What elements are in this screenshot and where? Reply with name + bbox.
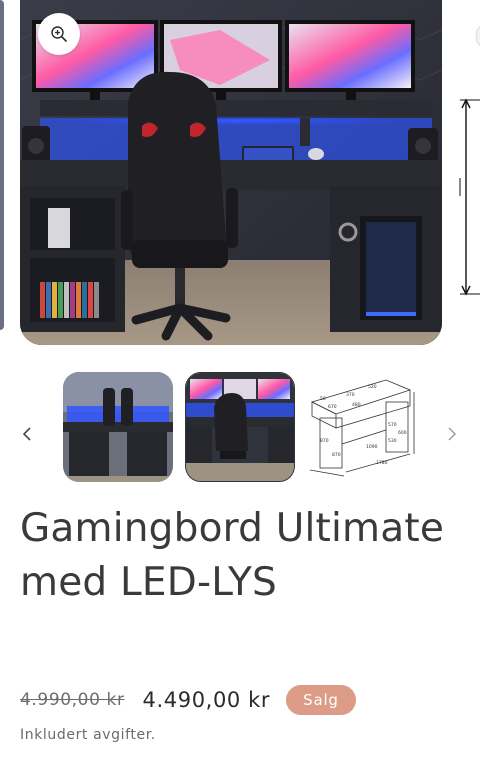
dimension-drawing-peek [459, 25, 480, 296]
drawing-label: 530 [388, 438, 397, 444]
drawing-label: 1090 [366, 444, 378, 450]
compare-at-price: 4.990,00 kr [20, 690, 125, 710]
drawing-label: 1780 [376, 460, 388, 466]
drawing-label: 370 [346, 392, 355, 398]
drawing-label: 480 [352, 402, 361, 408]
previous-slide-peek[interactable] [0, 0, 4, 330]
sale-price: 4.490,00 kr [142, 688, 271, 712]
drawing-label: 600 [398, 430, 407, 436]
sale-badge: Salg [286, 685, 356, 715]
drawing-label: 520 [368, 384, 377, 390]
thumbnail-desk-chair[interactable] [185, 372, 295, 482]
drawing-label: 870 [320, 438, 329, 444]
thumbnail-next-button[interactable] [442, 419, 462, 449]
gaming-desk-illustration [20, 0, 442, 345]
zoom-in-icon [51, 26, 67, 42]
thumbnail-prev-button[interactable] [17, 419, 37, 449]
desk-chair-thumbnail-image [186, 373, 294, 481]
chevron-right-icon [448, 427, 456, 441]
next-slide-peek[interactable] [450, 0, 480, 345]
thumbnail-desk-front[interactable] [63, 372, 173, 482]
thumbnail-dimensions[interactable]: 50 670 370 520 480 570 530 870 870 1090 … [306, 372, 416, 482]
price-row: 4.990,00 kr 4.490,00 kr Salg [20, 683, 356, 717]
drawing-label: 670 [328, 404, 337, 410]
zoom-button[interactable] [38, 13, 80, 55]
chevron-left-icon [22, 427, 31, 441]
dimensions-thumbnail-image: 50 670 370 520 480 570 530 870 870 1090 … [306, 372, 416, 482]
drawing-label: 570 [388, 422, 397, 428]
drawing-label: 870 [332, 452, 341, 458]
desk-front-thumbnail-image [63, 372, 173, 482]
drawing-label: 50 [320, 396, 326, 402]
product-title: Gamingbord Ultimate med LED-LYS [20, 506, 445, 605]
main-product-image[interactable] [20, 0, 442, 345]
product-page: 50 670 370 520 480 570 530 870 870 1090 … [0, 0, 480, 760]
tax-note: Inkludert avgifter. [20, 727, 156, 743]
